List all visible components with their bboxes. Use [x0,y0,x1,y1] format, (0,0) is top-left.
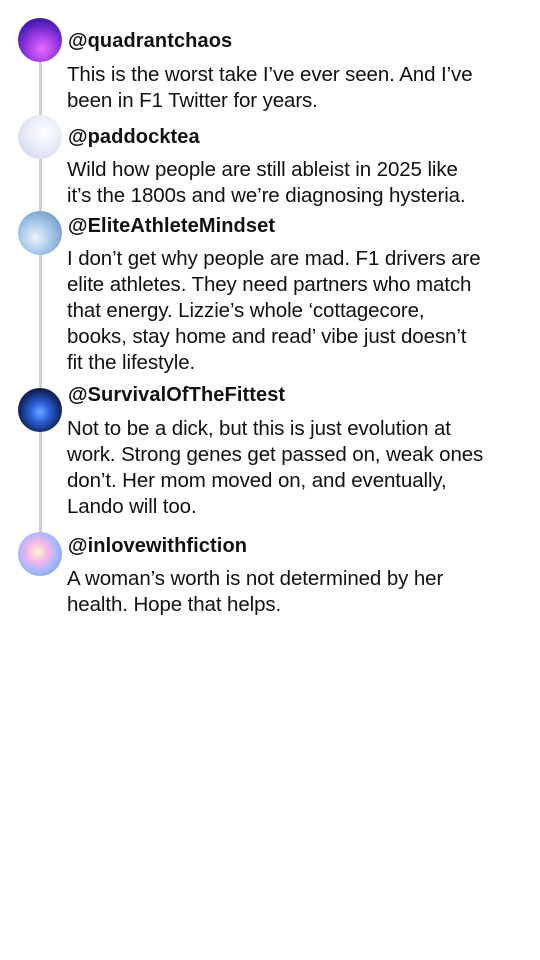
reply-handle[interactable]: @inlovewithfiction [68,535,247,558]
reply-text-line: been in F1 Twitter for years. [67,89,318,112]
reply-thread: @quadrantchaos This is the worst take I’… [0,0,540,960]
reply-handle[interactable]: @paddocktea [68,126,200,149]
avatar[interactable] [18,388,62,432]
reply-handle[interactable]: @quadrantchaos [68,30,232,53]
avatar[interactable] [18,18,62,62]
reply-text: Wild how people are still ableist in 202… [67,157,529,209]
reply-text: A woman’s worth is not determined by her… [67,566,529,618]
reply-text-line: that energy. Lizzie’s whole ‘cottagecore… [67,299,425,322]
reply-text-line: it’s the 1800s and we’re diagnosing hyst… [67,184,466,207]
reply-text-line: Not to be a dick, but this is just evolu… [67,417,451,440]
reply-text-line: elite athletes. They need partners who m… [67,273,472,296]
reply-text: This is the worst take I’ve ever seen. A… [67,62,529,114]
reply-text-line: don’t. Her mom moved on, and eventually, [67,469,447,492]
reply-text-line: books, stay home and read’ vibe just doe… [67,325,467,348]
reply-text-line: This is the worst take I’ve ever seen. A… [67,63,473,86]
avatar[interactable] [18,115,62,159]
reply-text-line: Wild how people are still ableist in 202… [67,158,458,181]
reply-text-line: I don’t get why people are mad. F1 drive… [67,247,481,270]
reply-text-line: A woman’s worth is not determined by her [67,567,444,590]
reply-text: I don’t get why people are mad. F1 drive… [67,246,529,376]
reply-text-line: fit the lifestyle. [67,351,196,374]
reply-text-line: health. Hope that helps. [67,593,282,616]
reply-text: Not to be a dick, but this is just evolu… [67,416,529,520]
reply-handle[interactable]: @SurvivalOfTheFittest [68,384,285,407]
avatar[interactable] [18,211,62,255]
reply-text-line: work. Strong genes get passed on, weak o… [67,443,484,466]
reply-text-line: Lando will too. [67,495,197,518]
avatar[interactable] [18,532,62,576]
reply-handle[interactable]: @EliteAthleteMindset [68,215,275,238]
